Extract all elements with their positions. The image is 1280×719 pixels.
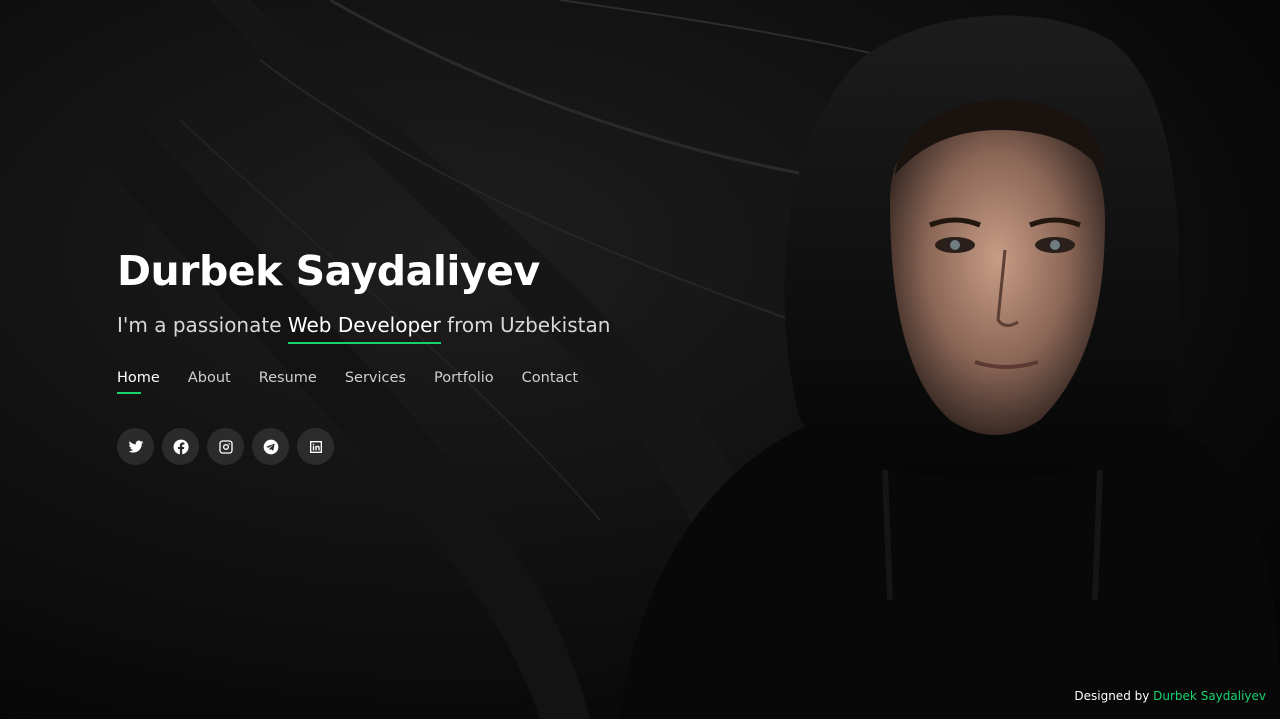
nav-about[interactable]: About (188, 370, 231, 394)
author-link[interactable]: Durbek Saydaliyev (1153, 689, 1266, 703)
nav-contact[interactable]: Contact (522, 370, 578, 394)
tagline-suffix: from Uzbekistan (440, 313, 611, 337)
nav-services[interactable]: Services (345, 370, 406, 394)
nav-home[interactable]: Home (117, 370, 160, 394)
footer-credits: Designed by Durbek Saydaliyev (1074, 689, 1266, 703)
twitter-icon (128, 440, 143, 453)
main-nav: Home About Resume Services Portfolio Con… (117, 370, 717, 394)
telegram-link[interactable] (252, 428, 289, 465)
hero-content: Durbek Saydaliyev I'm a passionate Web D… (117, 244, 717, 465)
tagline-role: Web Developer (287, 310, 441, 344)
twitter-link[interactable] (117, 428, 154, 465)
instagram-icon (218, 439, 233, 454)
nav-resume[interactable]: Resume (259, 370, 317, 394)
instagram-link[interactable] (207, 428, 244, 465)
hero-name: Durbek Saydaliyev (117, 247, 540, 295)
designed-by-label: Designed by (1074, 689, 1154, 703)
telegram-icon (263, 439, 278, 454)
facebook-link[interactable] (162, 428, 199, 465)
facebook-icon (173, 439, 189, 454)
hero-tagline: I'm a passionate Web Developer from Uzbe… (117, 310, 717, 344)
linkedin-icon (309, 440, 322, 453)
tagline-prefix: I'm a passionate (117, 313, 288, 337)
social-links (117, 428, 717, 465)
hero-section: Durbek Saydaliyev I'm a passionate Web D… (0, 0, 1280, 719)
linkedin-link[interactable] (297, 428, 334, 465)
nav-portfolio[interactable]: Portfolio (434, 370, 494, 394)
